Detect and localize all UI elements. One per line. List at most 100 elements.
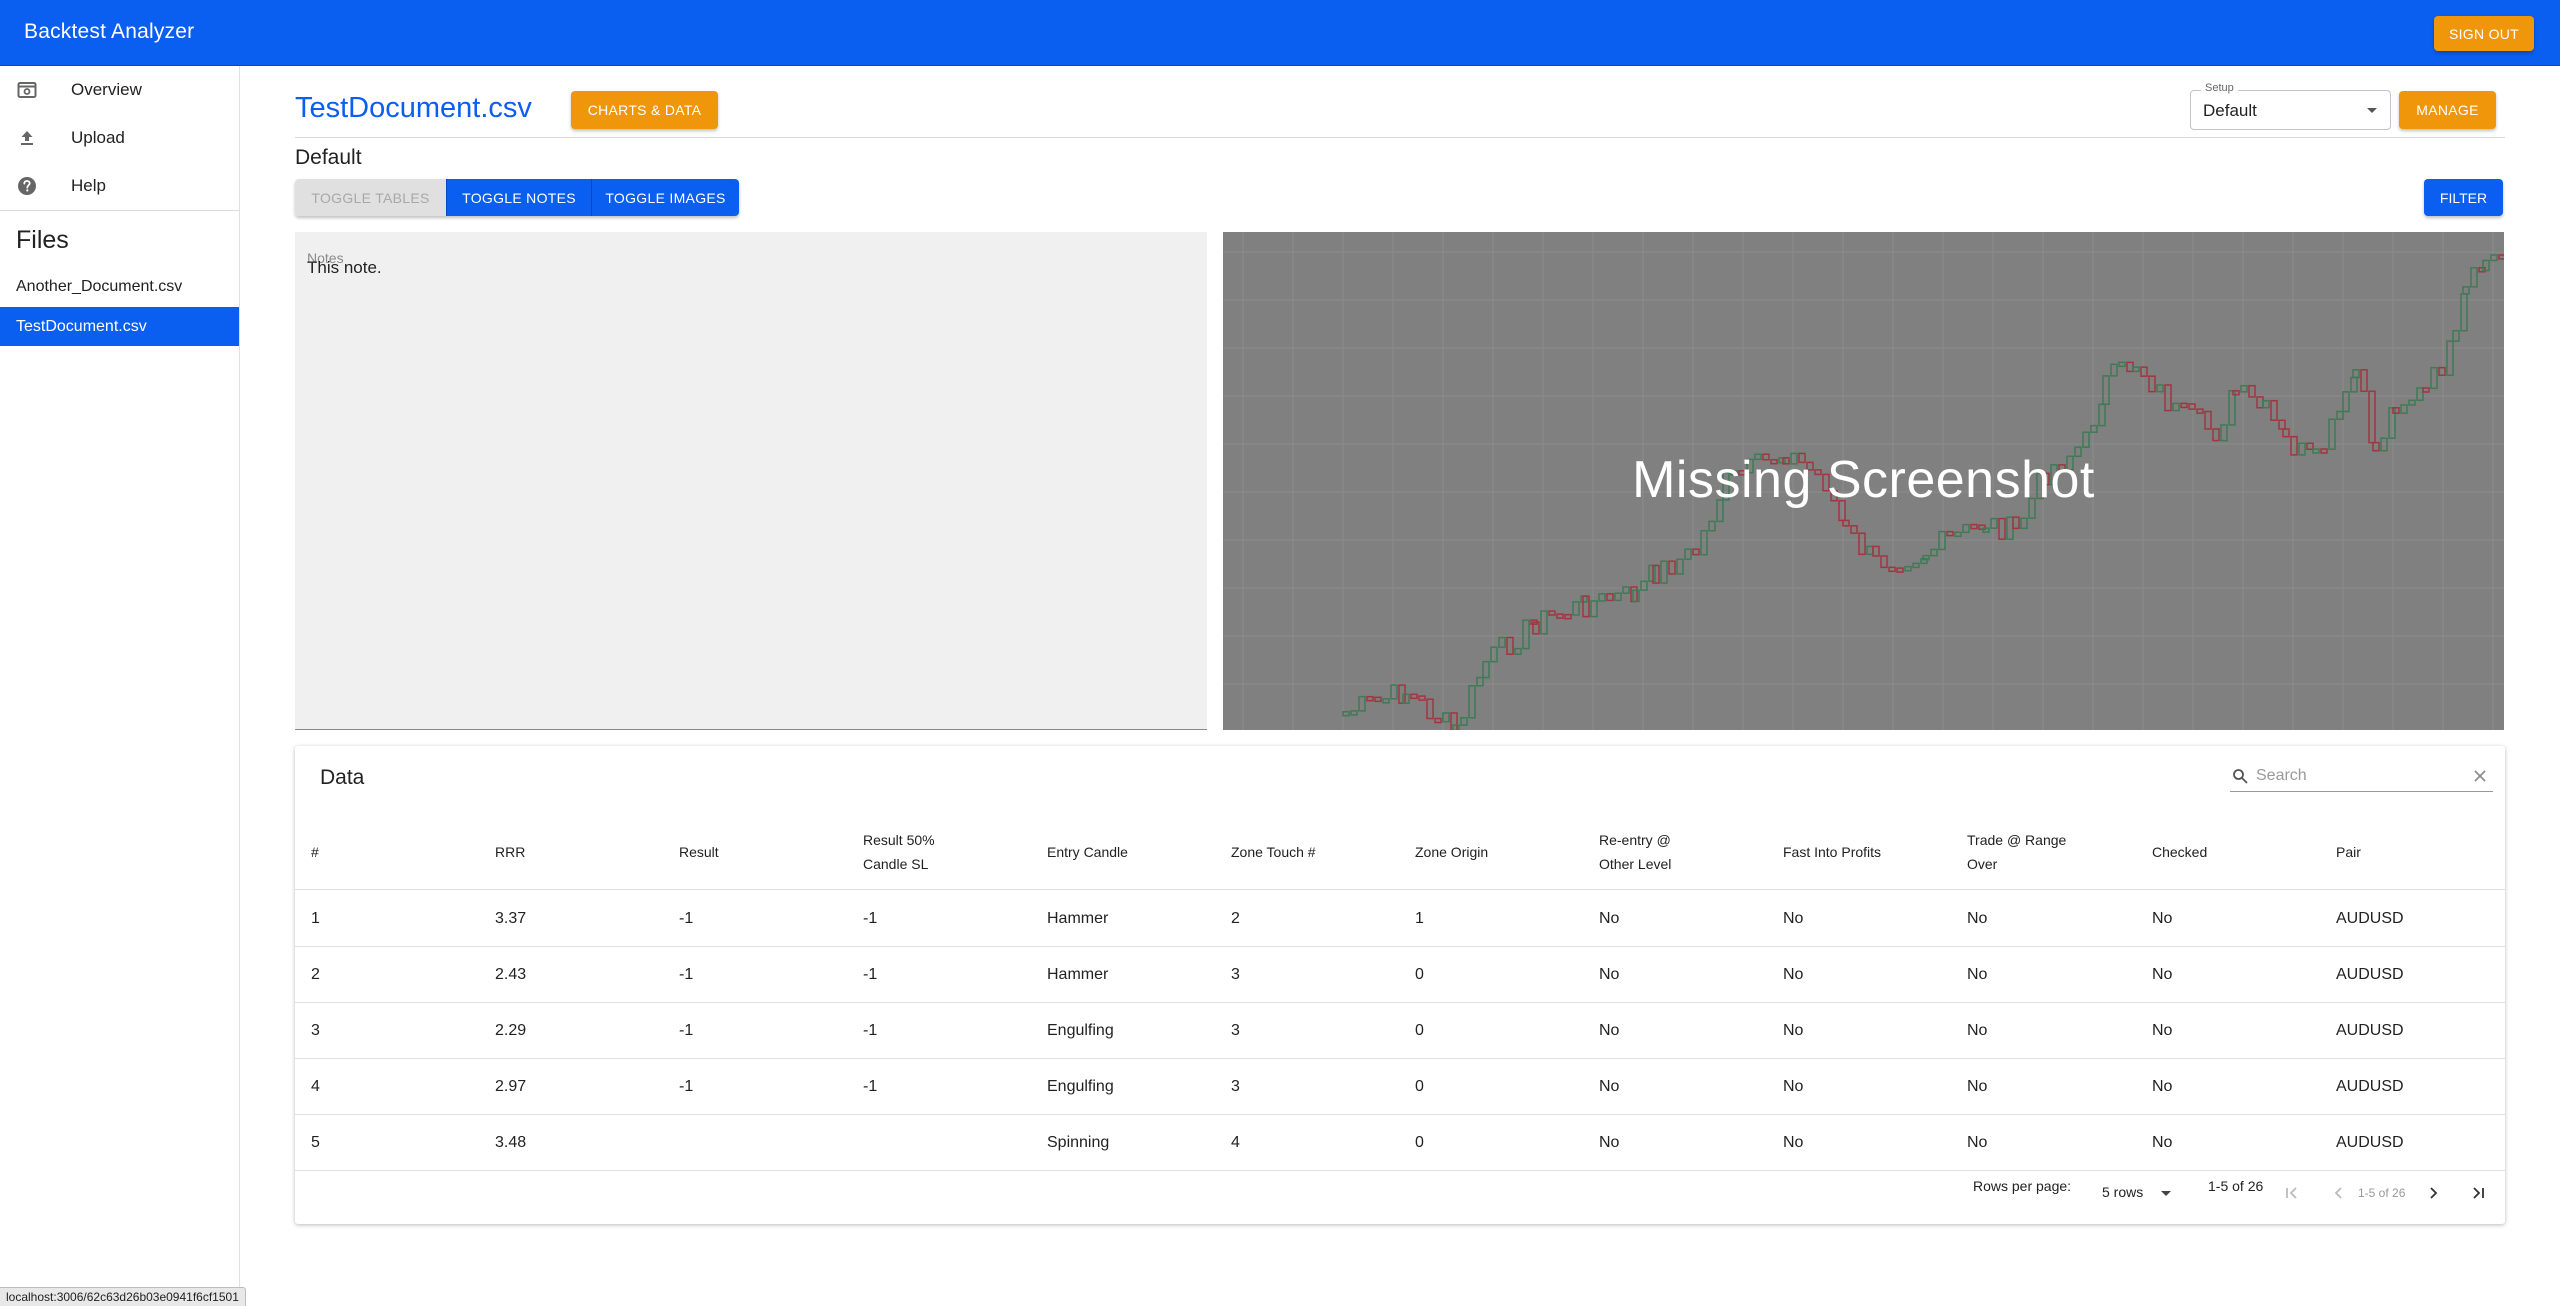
candle — [2392, 407, 2400, 414]
previous-page-icon[interactable] — [2328, 1182, 2350, 1204]
table-row[interactable]: 4 2.97 -1 -1 Engulfing 3 0 No No No No AUDUSD — [295, 1059, 2505, 1115]
table-cell: 2 — [311, 966, 320, 983]
table-cell: No — [1783, 1078, 1804, 1095]
table-cell: 1 — [1415, 910, 1424, 927]
candle — [1606, 593, 1614, 602]
notes-textarea[interactable]: Notes This note. — [295, 232, 1207, 730]
candle — [2498, 254, 2504, 260]
candle — [1390, 684, 1398, 700]
candle — [2126, 361, 2134, 373]
candle — [2098, 403, 2106, 427]
chevron-down-icon — [2161, 1191, 2171, 1196]
sidebar-item-upload[interactable]: Upload — [0, 114, 239, 162]
manage-button[interactable]: MANAGE — [2399, 91, 2496, 129]
table-cell: No — [1967, 910, 1988, 927]
table-cell: No — [1967, 1022, 1988, 1039]
table-cell: No — [1599, 1022, 1620, 1039]
column-header: Pair — [2336, 814, 2361, 890]
candle — [1418, 695, 1426, 701]
candle — [1930, 548, 1938, 557]
last-page-icon[interactable] — [2467, 1182, 2489, 1204]
candle — [2360, 369, 2368, 392]
column-header-line: Over — [1967, 856, 1998, 872]
candle — [1498, 636, 1506, 648]
candle — [2204, 410, 2212, 430]
candle — [1982, 527, 1990, 533]
app-bar: Backtest Analyzer SIGN OUT — [0, 0, 2560, 66]
help-icon — [18, 177, 36, 195]
pagination-range-small: 1-5 of 26 — [2358, 1186, 2406, 1200]
setup-select[interactable]: Setup Default — [2190, 82, 2391, 130]
candle — [1564, 613, 1572, 620]
candle — [1652, 564, 1660, 584]
candle — [1342, 711, 1350, 717]
candle — [2148, 375, 2156, 393]
toggle-notes-button[interactable]: TOGGLE NOTES — [446, 179, 591, 216]
toggle-images-button[interactable]: TOGGLE IMAGES — [591, 179, 739, 216]
column-header: Entry Candle — [1047, 814, 1128, 890]
column-header: Re-entry @ Other Level — [1599, 814, 1671, 890]
filter-button[interactable]: FILTER — [2424, 179, 2503, 216]
toggle-tables-button[interactable]: TOGGLE TABLES — [295, 179, 446, 216]
search-input[interactable] — [2256, 765, 2456, 787]
candle — [1842, 519, 1850, 527]
column-header-line: Result — [679, 844, 719, 860]
sidebar-item-help[interactable]: Help — [0, 162, 239, 210]
table-cell: AUDUSD — [2336, 1022, 2404, 1039]
sidebar: Overview Upload Help Files Another_Docum… — [0, 66, 240, 1306]
candle — [2164, 384, 2172, 412]
first-page-icon[interactable] — [2281, 1182, 2303, 1204]
candle — [1858, 532, 1866, 556]
browser-status-url: localhost:3006/62c63d26b03e0941f6cf1501 — [0, 1287, 246, 1306]
next-page-icon[interactable] — [2422, 1182, 2444, 1204]
table-row[interactable]: 1 3.37 -1 -1 Hammer 2 1 No No No No AUDUSD — [295, 891, 2505, 947]
candle — [1614, 592, 1622, 602]
file-item-another-document[interactable]: Another_Document.csv — [0, 267, 239, 306]
column-header-line: Entry Candle — [1047, 844, 1128, 860]
candle — [2490, 254, 2498, 262]
candle — [1548, 610, 1556, 616]
table-row[interactable]: 3 2.29 -1 -1 Engulfing 3 0 No No No No AUDUSD — [295, 1003, 2505, 1059]
rows-per-page-select[interactable]: 5 rows — [2102, 1184, 2143, 1200]
sidebar-item-overview[interactable]: Overview — [0, 66, 239, 114]
table-row[interactable]: 2 2.43 -1 -1 Hammer 3 0 No No No No AUDUSD — [295, 947, 2505, 1003]
candle — [1350, 710, 1358, 716]
column-header-line: # — [311, 844, 319, 860]
candle — [1572, 601, 1580, 616]
column-header-line: Pair — [2336, 844, 2361, 860]
table-cell: -1 — [679, 1022, 694, 1039]
charts-and-data-button[interactable]: CHARTS & DATA — [571, 91, 718, 129]
candle — [1382, 698, 1390, 704]
candle — [1482, 660, 1490, 679]
candle — [2156, 384, 2164, 393]
candle — [2400, 404, 2408, 414]
table-cell: 0 — [1415, 966, 1424, 983]
app-title: Backtest Analyzer — [24, 20, 195, 43]
table-cell: 3.48 — [495, 1134, 527, 1151]
sign-out-button[interactable]: SIGN OUT — [2434, 16, 2534, 51]
header-divider — [295, 137, 2505, 138]
column-header: Result — [679, 814, 719, 890]
candle — [1434, 717, 1442, 724]
table-cell: -1 — [679, 910, 694, 927]
table-cell: AUDUSD — [2336, 966, 2404, 983]
overview-icon — [17, 82, 37, 98]
column-header: Result 50% Candle SL — [863, 814, 935, 890]
chevron-down-icon — [2367, 108, 2377, 113]
setup-select-value: Default — [2203, 101, 2257, 120]
column-header-line: Candle SL — [863, 856, 929, 872]
table-cell: 0 — [1415, 1022, 1424, 1039]
data-table-card: Data # RRR Result Result 50% Candle SL Entry … — [295, 746, 2505, 1224]
candle — [2482, 259, 2490, 272]
file-item-test-document[interactable]: TestDocument.csv — [0, 307, 239, 346]
candle — [1676, 558, 1684, 575]
clear-icon[interactable] — [2473, 769, 2487, 783]
candle — [1946, 530, 1954, 537]
table-row[interactable]: 5 3.48 Spinning 4 0 No No No No AUDUSD — [295, 1115, 2505, 1171]
table-cell: 0 — [1415, 1078, 1424, 1095]
candle — [1540, 610, 1548, 635]
data-table-title: Data — [320, 766, 365, 789]
candle — [2452, 330, 2460, 342]
candle — [1450, 712, 1458, 730]
candle — [2368, 390, 2376, 444]
